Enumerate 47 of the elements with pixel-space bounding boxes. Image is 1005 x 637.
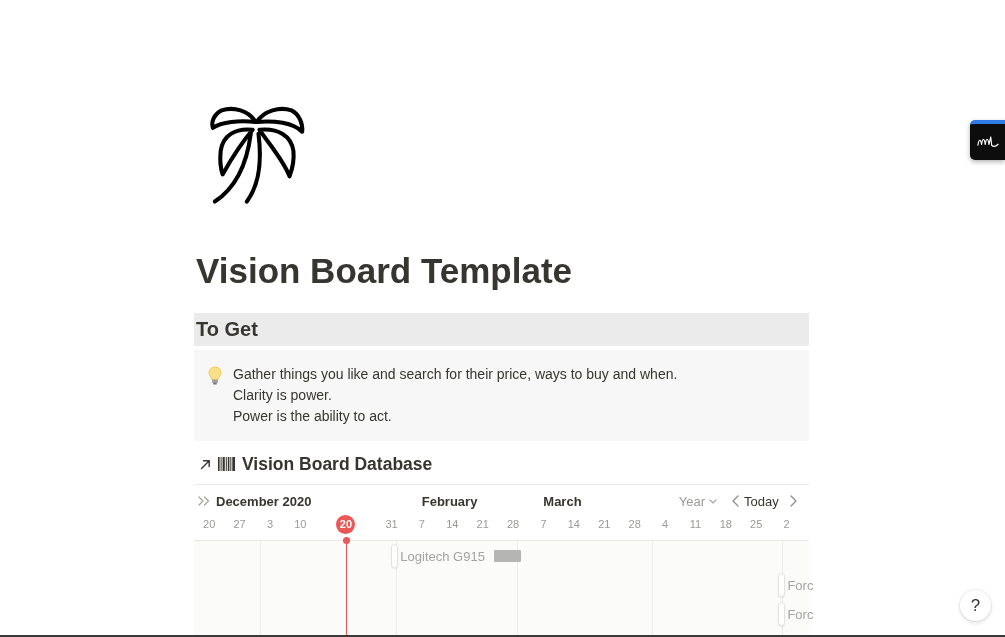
item-label[interactable]: Logitech G915 — [400, 548, 485, 564]
date-tick: 27 — [233, 518, 246, 530]
view-dropdown[interactable]: Year — [678, 493, 718, 509]
date-tick: 28 — [628, 518, 641, 530]
handle-icon[interactable] — [391, 544, 399, 568]
callout-text-line: Power is the ability to act. — [233, 407, 393, 426]
chevron-left-icon[interactable] — [732, 495, 740, 507]
date-tick: 25 — [750, 518, 763, 530]
callout-text-line: Clarity is power. — [233, 386, 333, 405]
today-date-badge: 20 — [336, 514, 356, 534]
lightbulb-icon — [208, 366, 222, 385]
date-tick: 10 — [294, 518, 307, 530]
date-tick: 20 — [203, 518, 216, 530]
date-tick: 3 — [266, 518, 274, 530]
help-button[interactable]: ? — [960, 590, 991, 621]
date-tick: 7 — [418, 518, 425, 530]
sidebar-tab[interactable] — [970, 120, 1005, 160]
date-tick: 2 — [783, 518, 790, 530]
item-label[interactable]: Forc — [787, 577, 814, 593]
handle-icon[interactable] — [778, 573, 786, 597]
arrow-up-right-icon — [200, 458, 211, 470]
date-tick: 21 — [476, 518, 489, 530]
date-tick: 28 — [506, 518, 520, 530]
date-tick: 18 — [719, 518, 732, 530]
month-label: February — [421, 493, 478, 509]
squiggle-logo-icon — [976, 136, 999, 148]
today-button[interactable]: Today — [744, 493, 779, 509]
month-label: March — [543, 493, 582, 509]
date-tick: 11 — [689, 518, 702, 530]
chevron-right-icon[interactable] — [789, 495, 797, 507]
month-label: December 2020 — [216, 493, 312, 509]
date-tick: 7 — [540, 518, 547, 530]
date-tick: 31 — [385, 518, 398, 530]
date-tick: 14 — [567, 518, 580, 530]
chevron-down-icon — [709, 498, 718, 504]
double-chevron-icon[interactable] — [198, 496, 210, 506]
callout-text-line: Gather things you like and search for their price, ways to buy and when. — [233, 365, 678, 384]
palm-tree-icon — [210, 105, 307, 205]
date-tick: 4 — [662, 518, 669, 530]
date-tick: 21 — [598, 518, 611, 530]
barcode-icon — [218, 457, 235, 471]
handle-icon[interactable] — [778, 602, 786, 626]
section-heading: To Get — [194, 313, 809, 346]
database-title[interactable]: Vision Board Database — [242, 453, 433, 475]
date-tick: 14 — [446, 518, 459, 530]
item-label[interactable]: Forc — [787, 606, 814, 622]
page-title: Vision Board Template — [196, 250, 573, 292]
